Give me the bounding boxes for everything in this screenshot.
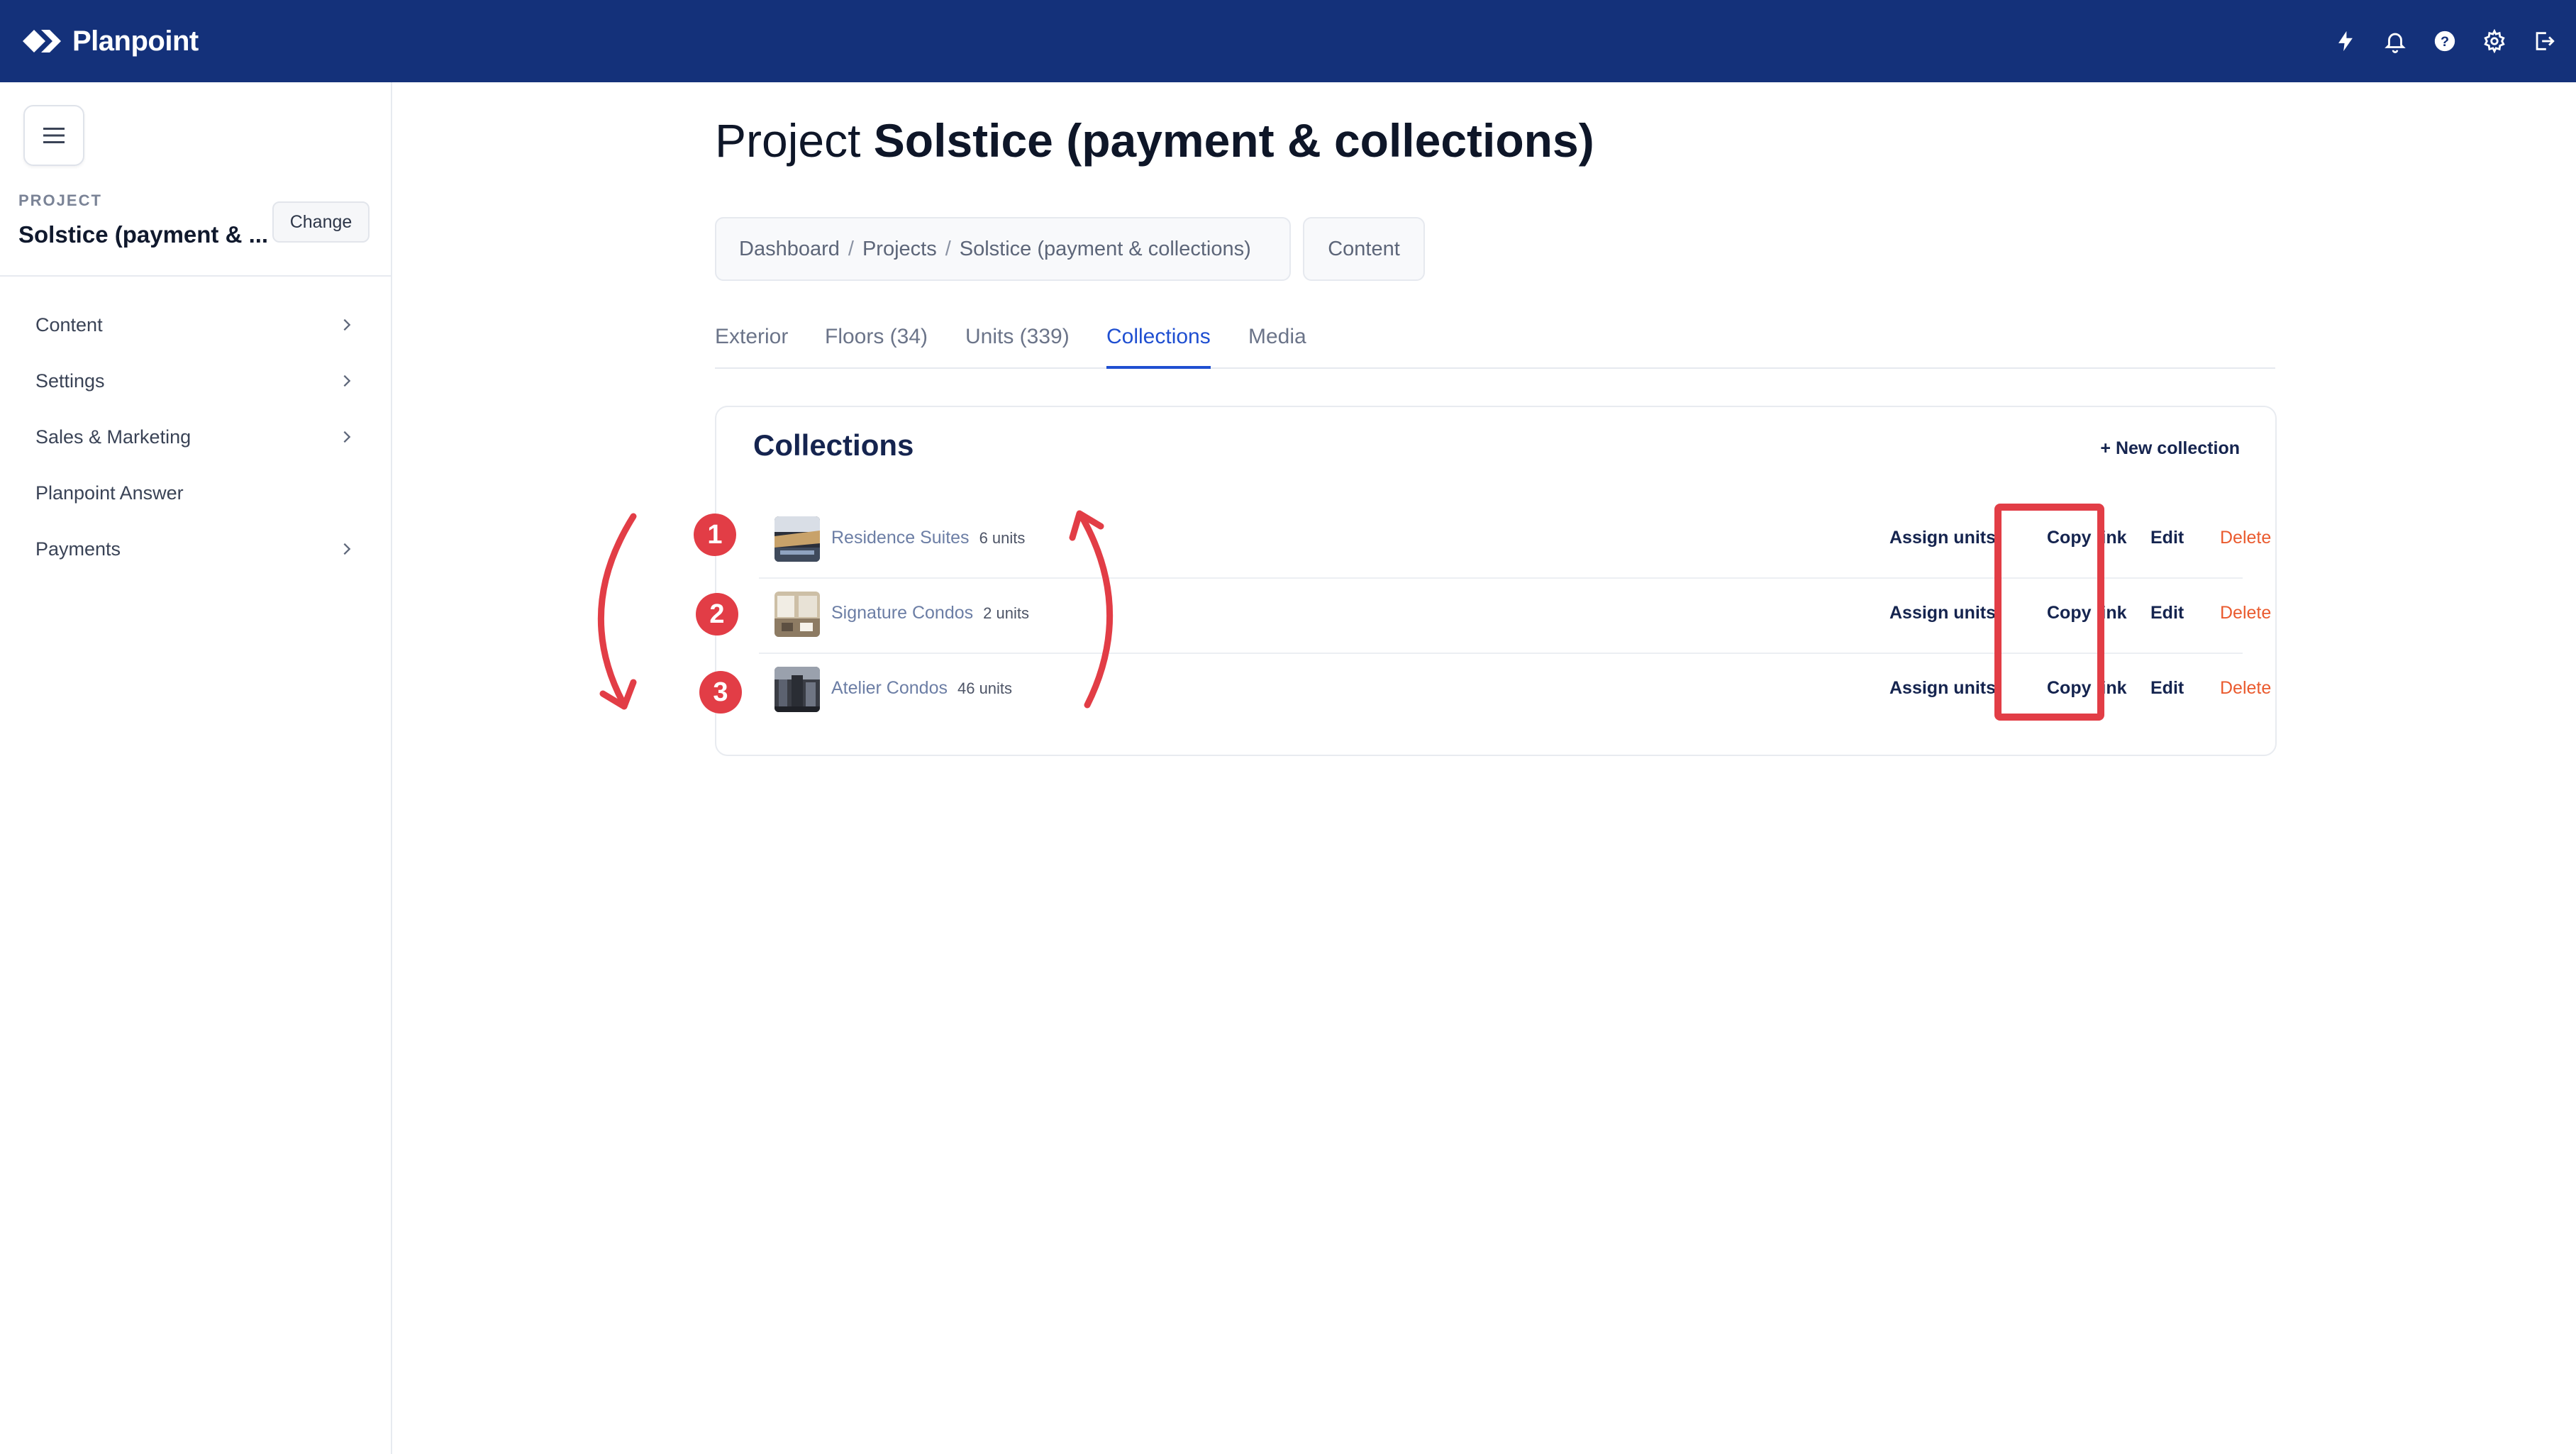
top-bar: Planpoint ?: [0, 0, 2576, 82]
annotation-badge-3: 3: [699, 671, 742, 714]
sidebar-item-label: Planpoint Answer: [35, 482, 184, 504]
down-arrow-icon: [597, 513, 637, 710]
hamburger-icon: [43, 128, 65, 143]
edit-button[interactable]: Edit: [2150, 528, 2184, 548]
sidebar-item-label: Payments: [35, 538, 121, 560]
menu-button[interactable]: [23, 105, 84, 166]
logout-icon[interactable]: [2525, 22, 2563, 60]
breadcrumb-separator: /: [848, 237, 854, 260]
help-icon[interactable]: ?: [2426, 22, 2464, 60]
sidebar: PROJECT Solstice (payment & ... Change C…: [0, 82, 392, 1454]
chevron-right-icon: [343, 318, 351, 331]
new-collection-button[interactable]: + New collection: [2100, 438, 2240, 459]
change-project-button[interactable]: Change: [272, 201, 370, 243]
edit-button[interactable]: Edit: [2150, 603, 2184, 623]
copy-link-highlight: [1994, 504, 2104, 721]
sidebar-item-settings[interactable]: Settings: [35, 360, 355, 402]
breadcrumb: Dashboard / Projects / Solstice (payment…: [715, 217, 1291, 281]
assign-units-button[interactable]: Assign units: [1889, 603, 1996, 623]
sidebar-item-label: Sales & Marketing: [35, 426, 191, 448]
content-chip[interactable]: Content: [1303, 217, 1425, 281]
delete-button[interactable]: Delete: [2220, 678, 2271, 699]
annotation-badge-1: 1: [694, 514, 736, 556]
svg-text:?: ?: [2441, 34, 2449, 50]
sidebar-item-sales-marketing[interactable]: Sales & Marketing: [35, 416, 355, 458]
collection-unit-count: 46 units: [957, 679, 1013, 697]
chevron-right-icon: [343, 431, 351, 443]
tab-collections[interactable]: Collections: [1106, 325, 1211, 369]
sidebar-item-label: Content: [35, 313, 103, 335]
collection-name[interactable]: Residence Suites 6 units: [831, 528, 1025, 548]
sidebar-divider: [0, 275, 391, 277]
gear-icon[interactable]: [2475, 22, 2514, 60]
collections-title: Collections: [753, 428, 914, 462]
breadcrumb-dashboard[interactable]: Dashboard: [739, 238, 840, 261]
collection-unit-count: 6 units: [979, 529, 1026, 547]
collection-thumbnail: [775, 592, 820, 637]
collection-unit-count: 2 units: [983, 604, 1029, 622]
edit-button[interactable]: Edit: [2150, 678, 2184, 699]
lightning-icon[interactable]: [2326, 22, 2365, 60]
collection-thumbnail: [775, 516, 820, 562]
collection-name[interactable]: Atelier Condos 46 units: [831, 678, 1012, 699]
planpoint-logo-icon: [23, 30, 61, 52]
tab-floors[interactable]: Floors (34): [825, 325, 928, 369]
chevron-right-icon: [343, 374, 351, 387]
app-name: Planpoint: [72, 25, 199, 57]
page-title: Project Solstice (payment & collections): [715, 114, 1594, 167]
collection-thumbnail: [775, 667, 820, 712]
breadcrumb-projects[interactable]: Projects: [862, 238, 937, 261]
sidebar-item-content[interactable]: Content: [35, 304, 355, 346]
breadcrumb-separator: /: [945, 237, 951, 260]
tab-units[interactable]: Units (339): [965, 325, 1070, 369]
assign-units-button[interactable]: Assign units: [1889, 678, 1996, 699]
tab-bar: Exterior Floors (34) Units (339) Collect…: [715, 319, 2275, 369]
planpoint-logo[interactable]: Planpoint: [23, 20, 199, 62]
sidebar-item-payments[interactable]: Payments: [35, 528, 355, 570]
breadcrumb-current-project[interactable]: Solstice (payment & collections): [960, 238, 1251, 261]
annotation-badge-2: 2: [696, 593, 738, 636]
tab-exterior[interactable]: Exterior: [715, 325, 788, 369]
tab-media[interactable]: Media: [1248, 325, 1306, 369]
collection-name[interactable]: Signature Condos 2 units: [831, 603, 1029, 623]
sidebar-item-planpoint-answer[interactable]: Planpoint Answer: [35, 472, 355, 514]
delete-button[interactable]: Delete: [2220, 603, 2271, 623]
assign-units-button[interactable]: Assign units: [1889, 528, 1996, 548]
bell-icon[interactable]: [2376, 22, 2414, 60]
sidebar-item-label: Settings: [35, 370, 105, 392]
project-name: Solstice (payment & ...: [18, 221, 269, 248]
project-label: PROJECT: [18, 192, 102, 209]
chevron-right-icon: [343, 543, 351, 555]
delete-button[interactable]: Delete: [2220, 528, 2271, 548]
